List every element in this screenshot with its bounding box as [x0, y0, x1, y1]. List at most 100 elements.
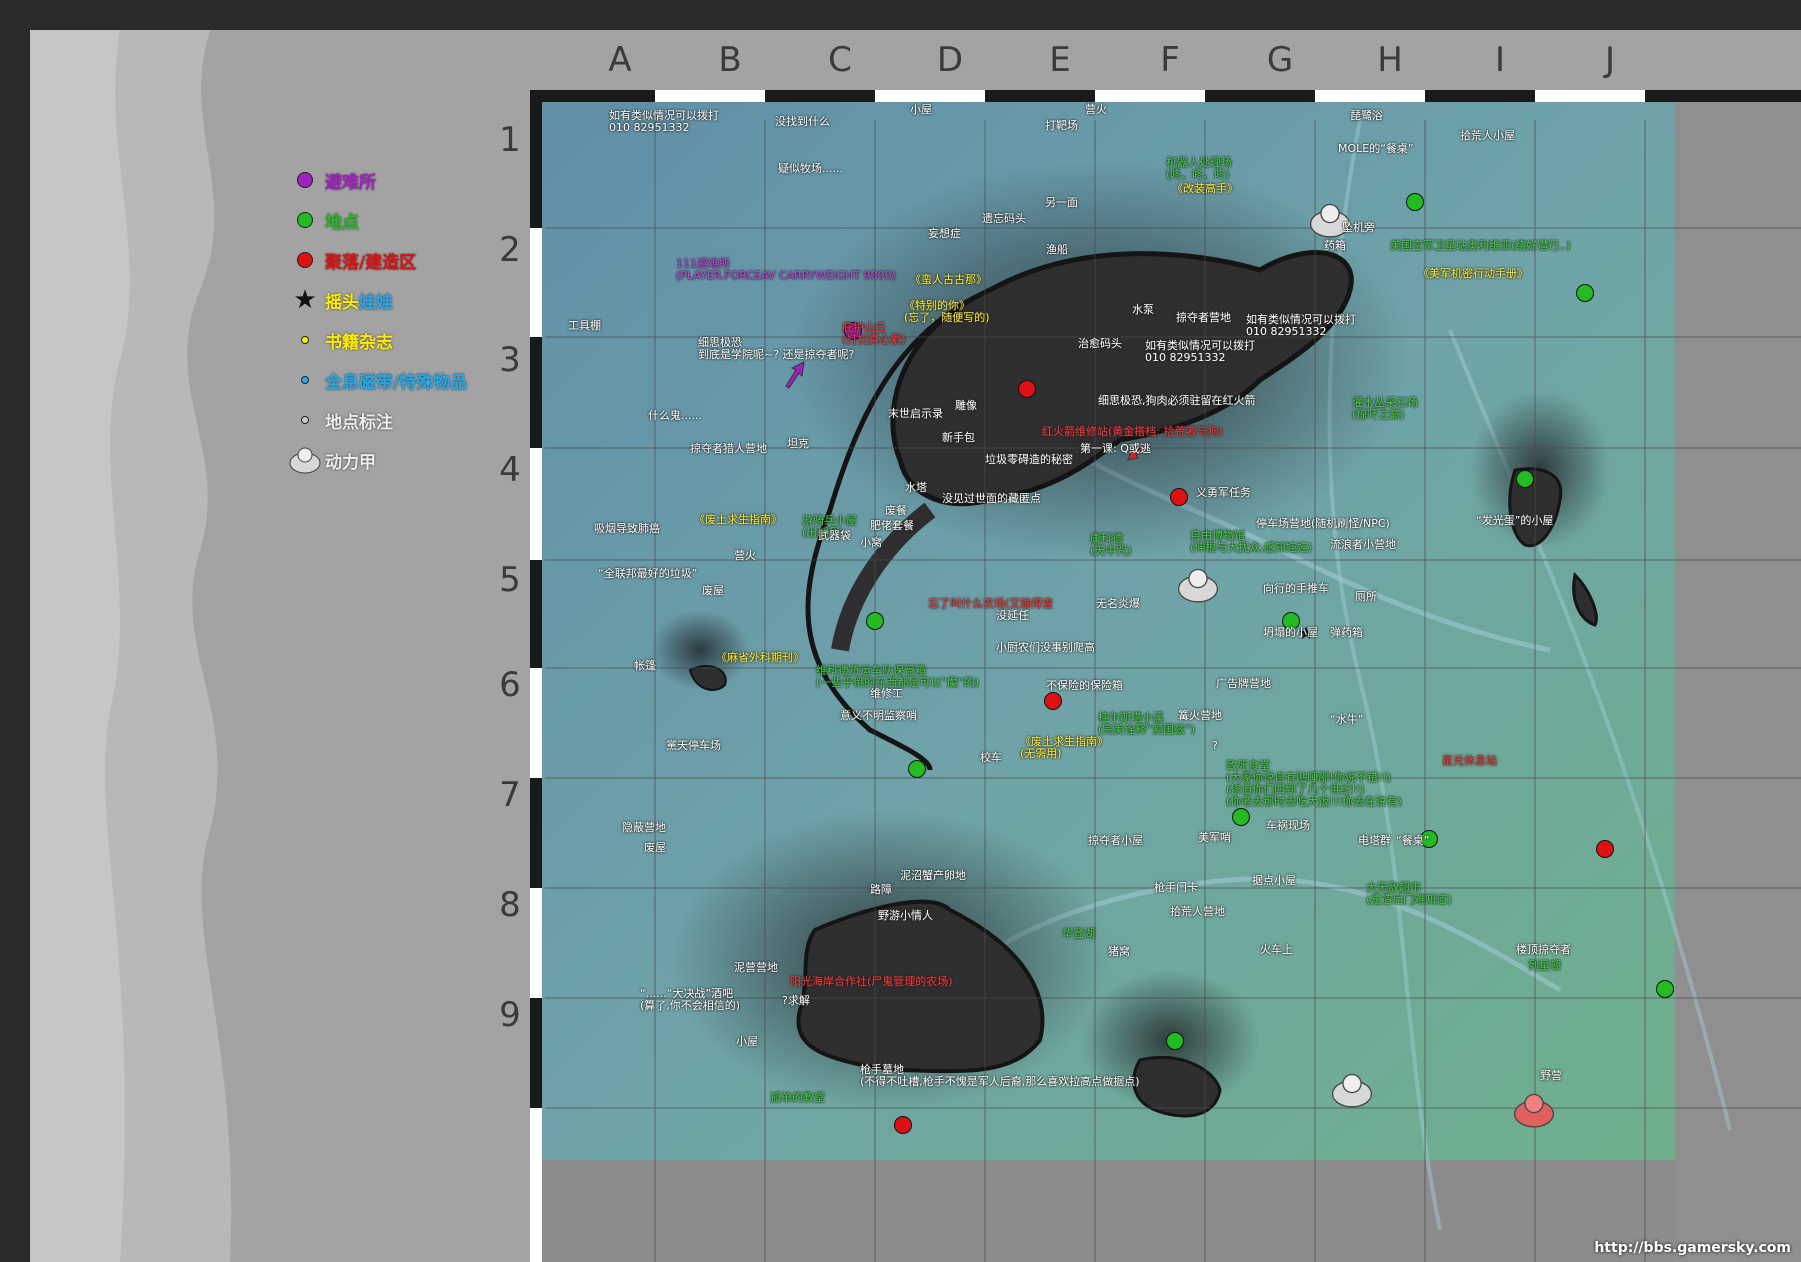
map-label: 细思极恐,狗肉必须驻留在红火箭: [1098, 394, 1256, 407]
map-label: ?求解: [782, 994, 810, 1007]
map-label: 不保险的保险箱: [1046, 679, 1123, 692]
sanctuary-marker[interactable]: [1018, 380, 1036, 398]
map-label: 枪手门卡: [1154, 881, 1198, 894]
map-label: 据点小屋: [1252, 874, 1296, 887]
purple-dot-icon: [297, 172, 313, 188]
map-label: 遗忘码头: [982, 212, 1026, 225]
legend-item-holotape: 全息磁带/特殊物品: [285, 360, 515, 400]
legend-label: 避难所: [325, 172, 376, 193]
starlight-marker[interactable]: [1596, 840, 1614, 858]
robot-disposal-marker[interactable]: [1406, 193, 1424, 211]
farm-marker[interactable]: [1044, 692, 1062, 710]
power-armor-icon: [289, 447, 321, 474]
power-armor-icon[interactable]: [1512, 1090, 1556, 1130]
legend-item-book: 书籍杂志: [285, 320, 515, 360]
map-label: 《废土求生指南》 (无需用): [1020, 735, 1108, 760]
legend-label: 书籍杂志: [325, 332, 393, 353]
gray-dot-icon: [301, 416, 309, 424]
map-label: 美国空军卫星站奥利维亚(绕好潜行..): [1390, 239, 1571, 252]
map-label: 致死食堂 (大家你说自有贴睡邵!你说不错!!) (修道你们四到了几个世纪!!) …: [1226, 759, 1402, 808]
grid-row-label: 1: [499, 120, 521, 160]
map-label: 《麻省外科期刊》: [716, 651, 804, 664]
walden-pond-marker[interactable]: [1166, 1032, 1184, 1050]
map-label: 忘了叫什么农场(又输得查: [928, 597, 1054, 610]
red-rocket-marker[interactable]: [1170, 488, 1188, 506]
grid-column-label: F: [1160, 40, 1180, 80]
olivia-station-marker[interactable]: [1576, 284, 1594, 302]
map-label: 打靶场: [1045, 119, 1078, 132]
map-label: 第一课: Q或逃: [1080, 442, 1151, 455]
map-label: 野营: [1540, 1069, 1562, 1082]
map-label: 野游小情人: [878, 909, 933, 922]
map-label: 新手包: [942, 431, 975, 444]
map-label: 猪窝: [1108, 945, 1130, 958]
map-label: 车祸现场: [1266, 819, 1310, 832]
map-label: 拾荒人小屋: [1460, 129, 1515, 142]
map-label: 电塔群: [1358, 834, 1391, 847]
map-label: 没找到什么: [775, 115, 830, 128]
map-label: 另一面: [1045, 196, 1078, 209]
map-label: “发光蛋”的小屋: [1476, 514, 1554, 527]
map-label: 康科德 (天中咒): [1090, 532, 1132, 557]
map-label: 武器袋: [818, 529, 851, 542]
grid-column-label: C: [828, 40, 852, 80]
map-label: “餐桌”: [1396, 834, 1430, 847]
map-label: 坦克: [787, 437, 809, 450]
map-label: 如有类似情况可以拨打 010 82951332: [1246, 313, 1356, 338]
supermarket-marker[interactable]: [1656, 980, 1674, 998]
map-label: 没延任: [996, 609, 1029, 622]
power-armor-icon[interactable]: [1330, 1070, 1374, 1110]
legend-label: 聚落/建造区: [325, 252, 417, 273]
map-label: 小厨农们没事别爬高: [996, 641, 1095, 654]
map-label: 泥营营地: [734, 961, 778, 974]
map-label: 废餐: [885, 504, 907, 517]
map-label: 列星顿: [1528, 959, 1561, 972]
legend-item-location: 地点: [285, 200, 515, 240]
map-label: 星光休息站: [1442, 754, 1497, 767]
legend-label: 全息磁带/特殊物品: [325, 372, 468, 393]
map-label: 药箱: [1324, 239, 1346, 252]
map-viewport[interactable]: ABCDEFGHIJ 123456789 避难所 地点 聚落/建造区 ★ 摇头娃…: [30, 30, 1801, 1262]
map-label: 《废土求生指南》: [694, 513, 782, 526]
map-label: 水泵: [1132, 303, 1154, 316]
grid-row-label: 9: [499, 995, 521, 1035]
creek-marker[interactable]: [1232, 808, 1250, 826]
power-armor-icon[interactable]: [1176, 565, 1220, 605]
power-armor-icon[interactable]: [1308, 200, 1352, 240]
map-label: MOLE的“餐桌”: [1338, 142, 1414, 155]
ranger-cabin-marker[interactable]: [866, 612, 884, 630]
map-label: 营火: [1085, 103, 1107, 116]
map-label: 隐蔽营地: [622, 821, 666, 834]
map-label: 《特别的你》 (忘了，随便写的): [904, 299, 990, 324]
map-label: 如有类似情况可以拨打 010 82951332: [1145, 339, 1255, 364]
map-label: 水塔: [905, 481, 927, 494]
map-label: 吸烟导致肺癌: [594, 522, 660, 535]
map-label: 维修工: [870, 687, 903, 700]
sunshine-coop-marker[interactable]: [894, 1116, 912, 1134]
map-label: 没见过世面的藏匿点: [942, 492, 1041, 505]
legend-item-power-armor: 动力甲: [285, 440, 515, 480]
map-label: 弹药箱: [1330, 626, 1363, 639]
map-label: 火车上: [1260, 943, 1293, 956]
map-label: 工具棚: [568, 319, 601, 332]
map-label: 意义不明监察哨: [840, 709, 917, 722]
vault-tec-lockbox-marker[interactable]: [908, 760, 926, 778]
map-legend: 避难所 地点 聚落/建造区 ★ 摇头娃娃 书籍杂志 全息磁带/特殊物品 地点标注…: [285, 160, 515, 480]
map-label: 美军哨: [1198, 831, 1231, 844]
red-dot-icon: [297, 252, 313, 268]
map-label: 厕所: [1355, 590, 1377, 603]
map-label: 楼顶掠夺者: [1516, 943, 1571, 956]
quarry-marker[interactable]: [1516, 470, 1534, 488]
map-label: 孤单的教堂: [770, 1091, 825, 1104]
map-label: 废屋: [702, 584, 724, 597]
map-label: 华登湖: [1062, 927, 1095, 940]
map-label: 肥佬套餐: [870, 519, 914, 532]
grid-column-label: J: [1604, 40, 1616, 80]
arrow-icon: [785, 361, 805, 389]
map-label: 雕像: [955, 399, 977, 412]
map-label: 路障: [870, 883, 892, 896]
map-label: 111避难所 (PLAYER.FORCEAV CARRYWEIGHT 9000): [676, 257, 896, 282]
map-label: 什么鬼......: [648, 409, 702, 422]
map-label: 停车场营地(随机刷怪/NPC): [1256, 517, 1390, 530]
map-label: 营火: [734, 549, 756, 562]
